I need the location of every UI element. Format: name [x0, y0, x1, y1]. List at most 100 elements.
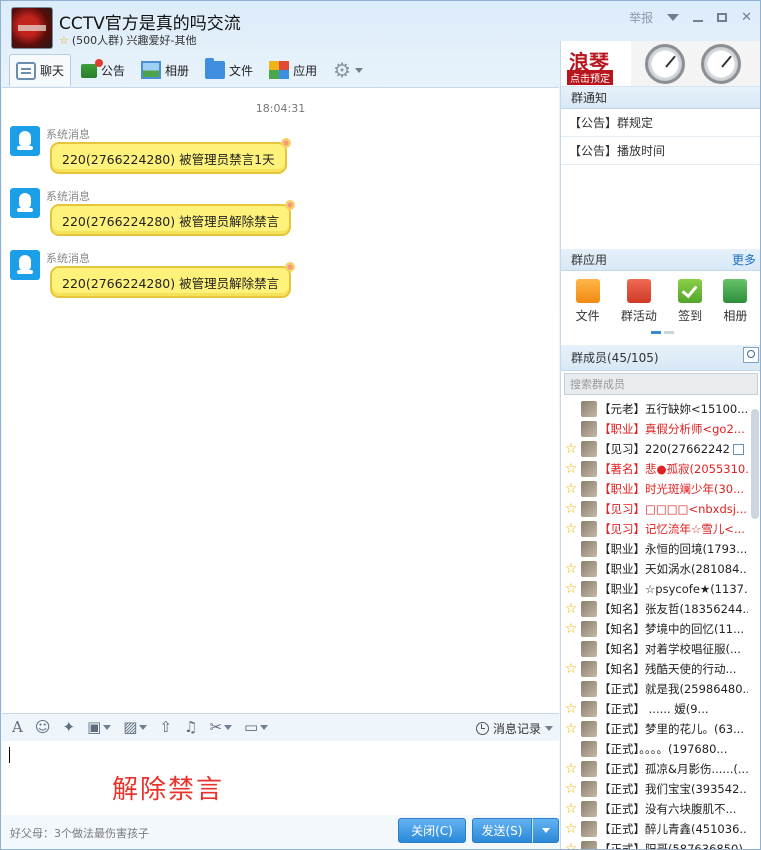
member-avatar: [581, 521, 597, 537]
member-name: 【知名】对着学校唱征服(...: [599, 642, 741, 656]
message-area[interactable]: 18:04:31 系统消息 220(2766224280) 被管理员禁言1天 系…: [2, 87, 559, 713]
member-row[interactable]: ☆ 【著名】悲●孤寂(2055310...: [561, 459, 748, 479]
notice-header: 群通知: [561, 87, 760, 109]
emoji-icon[interactable]: ☺: [35, 720, 51, 735]
scroll-thumb[interactable]: [751, 409, 759, 519]
close-button[interactable]: 关闭(C): [398, 818, 466, 843]
member-avatar: [581, 801, 597, 817]
member-avatar: [581, 661, 597, 677]
member-avatar: [581, 461, 597, 477]
member-row[interactable]: ☆ 【职业】☆psycofe★(1137...: [561, 579, 748, 599]
member-search-input[interactable]: 搜索群成员: [564, 373, 758, 395]
member-scrollbar[interactable]: [751, 399, 759, 849]
tab-label: 应用: [293, 63, 318, 78]
member-row[interactable]: ☆ 【正式】阳哥(587636850): [561, 839, 748, 849]
group-avatar[interactable]: [11, 7, 53, 49]
member-row[interactable]: 【职业】永恒的回境(1793...: [561, 539, 748, 559]
dropdown-icon[interactable]: [667, 14, 680, 21]
upload-icon[interactable]: ⇧: [159, 720, 172, 735]
member-row[interactable]: ☆ 【职业】天如涡水(281084...: [561, 559, 748, 579]
member-row[interactable]: 【正式】就是我(25986480...: [561, 679, 748, 699]
message-input[interactable]: 解除禁言: [2, 741, 559, 815]
chevron-down-icon: [541, 828, 550, 833]
member-name: 【见习】□□□□<nbxdsj...: [599, 502, 747, 516]
music-icon[interactable]: ♫: [184, 720, 197, 735]
member-row[interactable]: ☆ 【正式】梦里的花儿。(63...: [561, 719, 748, 739]
member-avatar: [581, 721, 597, 737]
tab-file[interactable]: 文件: [199, 54, 259, 86]
message-bubble: 220(2766224280) 被管理员解除禁言: [50, 262, 296, 298]
member-row[interactable]: 【职业】真假分析师<go2...: [561, 419, 748, 439]
member-avatar: [581, 741, 597, 757]
tab-label: 文件: [229, 63, 254, 78]
text-cursor: [9, 747, 10, 763]
send-button[interactable]: 发送(S): [472, 818, 532, 843]
tab-app[interactable]: 应用: [263, 54, 323, 86]
screenshot-icon[interactable]: ✂: [209, 720, 233, 735]
member-name: 【正式】孤凉&月影伤......(...: [599, 762, 748, 776]
member-row[interactable]: ☆ 【知名】残酷天使的行动...: [561, 659, 748, 679]
tab-chat[interactable]: 聊天: [9, 54, 72, 86]
member-row[interactable]: ☆ 【正式】没有六块腹肌不...: [561, 799, 748, 819]
star-icon: ☆: [564, 461, 578, 477]
app-album[interactable]: 相册: [723, 279, 747, 343]
group-tag[interactable]: 兴趣爱好-其他: [126, 32, 196, 48]
star-icon: ☆: [564, 661, 578, 677]
more-link[interactable]: 更多: [732, 251, 756, 268]
gear-icon: ⚙: [333, 58, 352, 82]
member-row[interactable]: ☆ 【见习】220(27662242...: [561, 439, 748, 459]
section-title: 群应用: [571, 253, 608, 267]
send-options-button[interactable]: [532, 818, 559, 843]
member-row[interactable]: ☆ 【见习】记忆流年☆雪儿<...: [561, 519, 748, 539]
message-sender: 系统消息: [46, 128, 90, 141]
tab-notice[interactable]: 公告: [75, 54, 131, 86]
member-row[interactable]: ☆ 【正式】孤凉&月影伤......(...: [561, 759, 748, 779]
more-tools-icon[interactable]: ▭: [244, 720, 269, 735]
member-row[interactable]: ☆ 【正式】 ...... 嫒(9...: [561, 699, 748, 719]
qq-avatar-icon: [10, 250, 40, 280]
message-history-button[interactable]: 消息记录: [475, 720, 553, 737]
font-icon[interactable]: A: [12, 720, 23, 735]
member-avatar: [581, 701, 597, 717]
member-row[interactable]: ☆ 【正式】醉儿青鑫(451036...: [561, 819, 748, 839]
window-controls: 举报 ✕: [629, 9, 752, 26]
gift-icon[interactable]: ▣: [87, 720, 112, 735]
close-window-button[interactable]: ✕: [741, 10, 752, 25]
member-row[interactable]: 【知名】对着学校唱征服(...: [561, 639, 748, 659]
tip-link[interactable]: 好父母：3个做法最伤害孩子: [10, 825, 149, 841]
app-file[interactable]: 文件: [575, 279, 600, 343]
member-name: 【正式】没有六块腹肌不...: [599, 802, 737, 816]
clock-icon: [475, 722, 489, 735]
settings-menu[interactable]: ⚙: [327, 54, 369, 86]
member-row[interactable]: ☆ 【见习】□□□□<nbxdsj...: [561, 499, 748, 519]
members-header: 群成员(45/105): [561, 345, 760, 371]
image-icon[interactable]: ▨: [123, 720, 148, 735]
ad-banner[interactable]: 浪琴 点击预定: [561, 41, 760, 87]
report-button[interactable]: 举报: [629, 9, 653, 26]
tab-photo[interactable]: 相册: [135, 54, 195, 86]
app-checkin[interactable]: 签到: [678, 279, 702, 343]
maximize-button[interactable]: [717, 13, 728, 22]
star-icon: ☆: [564, 441, 578, 457]
bottom-bar: 好父母：3个做法最伤害孩子 关闭(C) 发送(S): [2, 815, 559, 849]
member-name: 【正式】。。。。(197680...: [599, 742, 728, 756]
magic-icon[interactable]: ✦: [62, 720, 75, 735]
member-name: 【知名】残酷天使的行动...: [599, 662, 737, 676]
group-title: CCTV官方是真的吗交流: [59, 14, 241, 34]
star-icon: ☆: [564, 561, 578, 577]
member-row[interactable]: ☆ 【职业】时光斑斓少年(30...: [561, 479, 748, 499]
minimize-button[interactable]: [693, 19, 704, 22]
search-icon[interactable]: [743, 347, 759, 363]
member-avatar: [581, 561, 597, 577]
member-row[interactable]: ☆ 【正式】我们宝宝(393542...: [561, 779, 748, 799]
edit-icon[interactable]: [733, 443, 744, 455]
notice-item[interactable]: 【公告】播放时间: [561, 137, 760, 165]
page-dots[interactable]: [651, 331, 674, 334]
member-name: 【职业】永恒的回境(1793...: [599, 542, 748, 556]
notice-item[interactable]: 【公告】群规定: [561, 109, 760, 137]
member-row[interactable]: 【正式】。。。。(197680...: [561, 739, 748, 759]
member-row[interactable]: ☆ 【知名】张友哲(18356244...: [561, 599, 748, 619]
member-row[interactable]: ☆ 【知名】梦境中的回忆(11...: [561, 619, 748, 639]
star-icon: ☆: [564, 601, 578, 617]
member-row[interactable]: 【元老】五行缺妳<15100...: [561, 399, 748, 419]
